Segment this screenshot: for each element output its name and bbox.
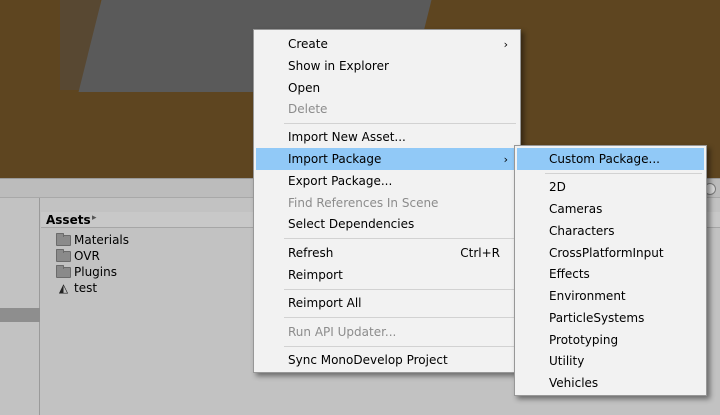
menu-separator [284,238,516,239]
menu-item-export-package[interactable]: Export Package... [256,170,518,192]
chevron-right-icon: › [503,152,508,166]
asset-label: Materials [74,233,130,247]
menu-item-shortcut: Ctrl+R [460,246,500,260]
menu-item-label: ParticleSystems [549,311,645,325]
submenu-item-characters[interactable]: Characters [517,220,704,242]
folder-icon [56,248,71,262]
menu-separator [284,123,516,124]
menu-item-import-package[interactable]: Import Package › [256,148,518,170]
menu-item-label: Custom Package... [549,152,660,166]
folder-icon [56,232,71,246]
menu-item-label: Environment [549,289,626,303]
menu-separator [545,173,702,174]
chevron-right-icon: › [503,37,508,51]
menu-item-select-dependencies[interactable]: Select Dependencies [256,213,518,235]
menu-item-label: Create [288,37,328,51]
menu-item-label: Refresh [288,246,334,260]
asset-label: test [74,281,98,295]
submenu-item-environment[interactable]: Environment [517,285,704,307]
menu-item-label: Delete [288,102,328,116]
menu-item-find-references[interactable]: Find References In Scene [256,192,518,214]
menu-item-run-api-updater[interactable]: Run API Updater... [256,321,518,343]
menu-item-label: Sync MonoDevelop Project [288,353,448,367]
menu-item-label: 2D [549,180,566,194]
breadcrumb-arrow-icon: ▸ [92,213,97,223]
asset-label: Plugins [74,265,117,279]
menu-item-delete[interactable]: Delete [256,98,518,120]
menu-item-show-in-explorer[interactable]: Show in Explorer [256,55,518,77]
menu-item-create[interactable]: Create › [256,33,518,55]
unity-scene-icon: ◭ [58,280,69,295]
breadcrumb-assets[interactable]: Assets [46,213,91,227]
menu-item-label: Vehicles [549,376,599,390]
menu-item-label: Utility [549,354,585,368]
asset-item-materials[interactable]: Materials [56,232,129,248]
project-folder-tree[interactable] [0,198,40,415]
menu-item-label: Find References In Scene [288,196,439,210]
submenu-item-2d[interactable]: 2D [517,176,704,198]
menu-item-label: Open [288,81,321,95]
import-package-submenu: Custom Package... 2D Cameras Characters … [514,145,707,396]
menu-item-import-new-asset[interactable]: Import New Asset... [256,126,518,148]
submenu-item-utility[interactable]: Utility [517,350,704,372]
menu-separator [284,346,516,347]
folder-icon [56,264,71,278]
menu-item-reimport-all[interactable]: Reimport All [256,292,518,314]
submenu-item-cameras[interactable]: Cameras [517,198,704,220]
menu-item-label: Export Package... [288,174,393,188]
menu-item-label: Characters [549,224,615,238]
asset-item-ovr[interactable]: OVR [56,248,100,264]
menu-item-refresh[interactable]: Refresh Ctrl+R [256,242,518,264]
menu-item-reimport[interactable]: Reimport [256,264,518,286]
menu-item-open[interactable]: Open [256,77,518,99]
menu-item-label: Effects [549,267,590,281]
menu-item-label: Cameras [549,202,603,216]
menu-item-sync-monodevelop[interactable]: Sync MonoDevelop Project [256,349,518,371]
submenu-item-custom-package[interactable]: Custom Package... [517,148,704,170]
menu-item-label: Select Dependencies [288,217,415,231]
context-menu: Create › Show in Explorer Open Delete Im… [253,29,521,373]
menu-item-label: Import Package [288,152,382,166]
menu-separator [284,289,516,290]
submenu-item-crossplatforminput[interactable]: CrossPlatformInput [517,242,704,264]
menu-separator [284,317,516,318]
asset-item-plugins[interactable]: Plugins [56,264,117,280]
asset-item-test[interactable]: ◭ test [56,280,97,296]
menu-item-label: Prototyping [549,333,619,347]
tree-selected-row[interactable] [0,308,40,322]
asset-label: OVR [74,249,100,263]
submenu-item-effects[interactable]: Effects [517,263,704,285]
menu-item-label: Import New Asset... [288,130,406,144]
menu-item-label: Run API Updater... [288,325,397,339]
submenu-item-vehicles[interactable]: Vehicles [517,372,704,394]
submenu-item-particlesystems[interactable]: ParticleSystems [517,307,704,329]
menu-item-label: CrossPlatformInput [549,246,664,260]
menu-item-label: Show in Explorer [288,59,389,73]
menu-item-label: Reimport [288,268,343,282]
submenu-item-prototyping[interactable]: Prototyping [517,329,704,351]
menu-item-label: Reimport All [288,296,362,310]
